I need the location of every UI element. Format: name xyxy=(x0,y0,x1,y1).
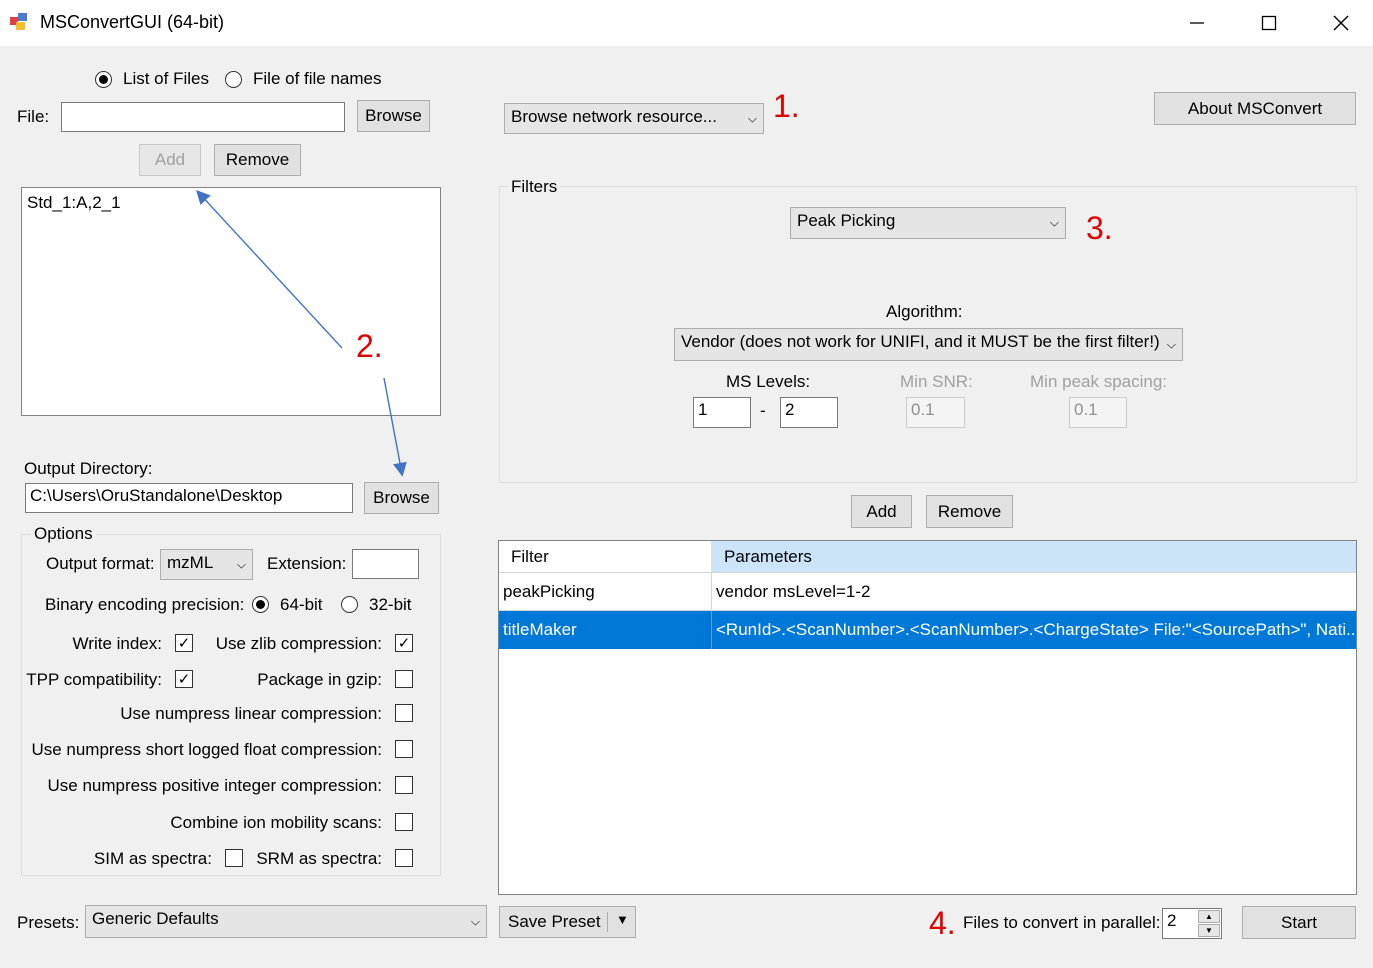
arrow-to-file-list xyxy=(196,189,343,349)
arrow-to-output-browse xyxy=(383,377,407,477)
annotation-arrows xyxy=(196,189,407,477)
